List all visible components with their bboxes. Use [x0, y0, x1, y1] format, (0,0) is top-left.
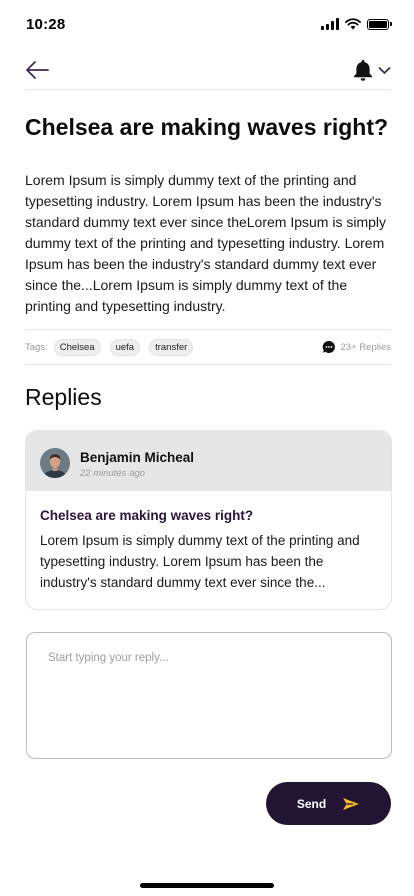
tag-chelsea[interactable]: Chelsea: [53, 338, 101, 356]
back-button[interactable]: [25, 58, 51, 82]
reply-title: Chelsea are making waves right?: [40, 508, 254, 523]
replies-count-label: 23+ Replies: [340, 341, 391, 353]
reply-card[interactable]: Benjamin Micheal 22 minutes ago Chelsea …: [25, 430, 392, 610]
arrow-left-icon: [26, 61, 49, 79]
status-icons: [321, 18, 392, 30]
chat-bubble-icon: [322, 340, 335, 353]
signal-icon: [321, 18, 339, 30]
post-title: Chelsea are making waves right?: [25, 114, 389, 140]
tags-label: Tags:: [25, 341, 48, 353]
replies-count[interactable]: 23+ Replies: [322, 340, 391, 354]
tag-uefa[interactable]: uefa: [109, 338, 141, 356]
send-button[interactable]: Send: [266, 782, 391, 825]
battery-icon: [367, 18, 392, 30]
reply-header: Benjamin Micheal 22 minutes ago: [26, 431, 391, 491]
tags-row: Tags: Chelsea uefa transfer 23+ Replies: [25, 329, 391, 365]
replies-heading: Replies: [25, 384, 102, 410]
status-time: 10:28: [26, 16, 66, 33]
tag-transfer[interactable]: transfer: [149, 338, 194, 356]
reply-input[interactable]: [26, 632, 392, 759]
author-name[interactable]: Benjamin Micheal: [80, 450, 194, 465]
reply-body: Lorem Ipsum is simply dummy text of the …: [40, 533, 360, 590]
notification-menu[interactable]: [352, 58, 391, 82]
wifi-icon: [345, 18, 361, 30]
avatar[interactable]: [40, 448, 70, 478]
reply-timestamp: 22 minutes ago: [80, 468, 145, 479]
home-indicator: [140, 883, 274, 888]
top-nav: [25, 52, 391, 90]
chevron-down-icon: [378, 66, 391, 74]
bell-icon: [354, 60, 372, 81]
status-bar: 10:28: [0, 0, 414, 48]
post-body: Lorem Ipsum is simply dummy text of the …: [25, 172, 387, 314]
send-label: Send: [296, 796, 327, 811]
send-arrow-icon: [343, 797, 360, 810]
